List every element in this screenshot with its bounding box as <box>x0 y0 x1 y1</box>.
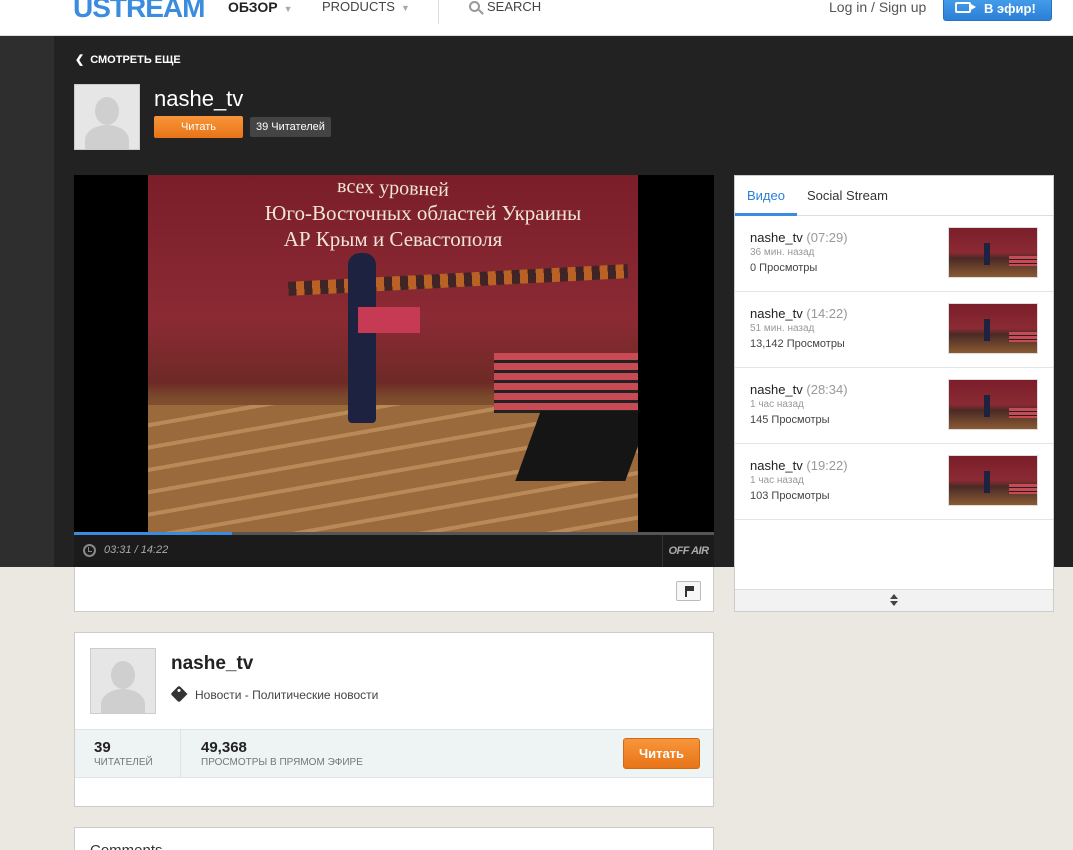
video-age: 1 час назад <box>750 399 804 410</box>
video-list-item[interactable]: nashe_tv (14:22) 51 мин. назад 13,142 Пр… <box>735 292 1053 368</box>
sidebar-expand-bar[interactable] <box>735 589 1053 611</box>
video-channel-name: nashe_tv <box>750 382 803 397</box>
channel-category[interactable]: Новости - Политические новости <box>170 685 379 703</box>
search-button[interactable]: SEARCH <box>469 0 541 14</box>
comments-section: Comments <box>74 827 714 850</box>
video-scene-podium <box>358 307 420 333</box>
video-banner-text: Юго-Восточных областей Украины <box>264 201 582 225</box>
video-scene-ribbon <box>287 264 629 296</box>
stat-followers: 39 ЧИТАТЕЛЕЙ <box>94 739 153 768</box>
search-label: SEARCH <box>487 0 542 14</box>
video-age: 51 мин. назад <box>750 323 815 334</box>
video-views: 0 Просмотры <box>750 262 818 274</box>
see-more-link[interactable]: ❮ СМОТРЕТЬ ЕЩЕ <box>75 54 181 66</box>
channel-avatar[interactable] <box>74 84 140 150</box>
go-live-label: В эфир! <box>984 1 1036 16</box>
video-duration: (19:22) <box>806 458 848 473</box>
video-list-item[interactable]: nashe_tv (28:34) 1 час назад 145 Просмот… <box>735 368 1053 444</box>
nav-divider <box>438 0 439 24</box>
tag-icon <box>170 685 188 703</box>
player-controls: 03:31 / 14:22 OFF AIR <box>74 535 714 567</box>
live-views-count: 49,368 <box>201 739 247 756</box>
video-sidebar: Видео Social Stream nashe_tv (07:29) 36 … <box>734 175 1054 612</box>
video-thumbnail[interactable] <box>948 227 1038 278</box>
video-channel-name: nashe_tv <box>750 306 803 321</box>
chevron-left-icon: ❮ <box>75 54 85 66</box>
video-views: 145 Просмотры <box>750 414 830 426</box>
clock-icon <box>83 544 96 557</box>
video-thumbnail[interactable] <box>948 455 1038 506</box>
followers-label: ЧИТАТЕЛЕЙ <box>94 757 153 768</box>
channel-info-card: nashe_tv Новости - Политические новости … <box>74 632 714 807</box>
tab-social-stream[interactable]: Social Stream <box>795 176 900 216</box>
video-channel-name: nashe_tv <box>750 230 803 245</box>
stat-live-views: 49,368 ПРОСМОТРЫ В ПРЯМОМ ЭФИРЕ <box>201 739 363 768</box>
avatar-placeholder-body <box>101 689 145 713</box>
go-live-button[interactable]: В эфир! <box>943 0 1052 21</box>
off-air-status: OFF AIR <box>662 535 714 567</box>
search-icon <box>469 1 480 12</box>
live-views-label: ПРОСМОТРЫ В ПРЯМОМ ЭФИРЕ <box>201 757 363 768</box>
chevron-down-icon: ▼ <box>283 4 293 14</box>
followers-count-badge: 39 Читателей <box>250 117 331 137</box>
top-navigation: USTREAM ОБЗОР ▼ PRODUCTS ▼ SEARCH Log in /… <box>0 0 1073 36</box>
chevron-down-icon: ▼ <box>400 3 410 13</box>
video-scene-table <box>494 353 638 413</box>
ustream-logo[interactable]: USTREAM <box>73 0 205 24</box>
sidebar-tabs: Видео Social Stream <box>735 176 1053 216</box>
avatar-placeholder-head <box>95 97 119 125</box>
tab-video[interactable]: Видео <box>735 176 797 216</box>
video-frame[interactable]: всех уровней Юго-Восточных областей Укра… <box>148 175 638 533</box>
nav-obzor-label: ОБЗОР <box>228 0 278 15</box>
video-player[interactable]: всех уровней Юго-Восточных областей Укра… <box>74 175 714 567</box>
flag-icon <box>685 586 694 597</box>
video-duration: (14:22) <box>806 306 848 321</box>
video-thumbnail[interactable] <box>948 379 1038 430</box>
video-title: nashe_tv (28:34) <box>750 382 848 397</box>
category-label: Новости - Политические новости <box>195 688 379 702</box>
player-actions-bar <box>74 567 714 612</box>
video-title: nashe_tv (19:22) <box>750 458 848 473</box>
flag-button[interactable] <box>676 581 701 601</box>
video-list-item[interactable]: nashe_tv (19:22) 1 час назад 103 Просмот… <box>735 444 1053 520</box>
follow-button[interactable]: Читать <box>154 116 243 138</box>
video-channel-name: nashe_tv <box>750 458 803 473</box>
video-age: 1 час назад <box>750 475 804 486</box>
video-views: 103 Просмотры <box>750 490 830 502</box>
video-thumbnail[interactable] <box>948 303 1038 354</box>
followers-count: 39 <box>94 739 111 756</box>
stats-divider <box>180 730 181 777</box>
avatar-placeholder-body <box>85 125 129 149</box>
video-title: nashe_tv (07:29) <box>750 230 848 245</box>
login-signup-link[interactable]: Log in / Sign up <box>829 0 926 14</box>
expand-arrows-icon <box>890 594 898 607</box>
info-channel-name[interactable]: nashe_tv <box>171 653 253 675</box>
nav-obzor-menu[interactable]: ОБЗОР ▼ <box>228 0 293 16</box>
video-views: 13,142 Просмотры <box>750 338 845 350</box>
avatar-placeholder-head <box>111 661 135 689</box>
video-title: nashe_tv (14:22) <box>750 306 848 321</box>
video-scene-speaker <box>348 253 376 423</box>
nav-products-menu[interactable]: PRODUCTS ▼ <box>322 0 410 15</box>
see-more-label: СМОТРЕТЬ ЕЩЕ <box>90 54 181 66</box>
video-banner-text: АР Крым и Севастополя <box>283 227 503 251</box>
nav-products-label: PRODUCTS <box>322 0 395 14</box>
follow-button-secondary[interactable]: Читать <box>623 738 700 769</box>
comments-title: Comments <box>90 842 163 850</box>
time-readout: 03:31 / 14:22 <box>104 544 169 556</box>
video-list-item[interactable]: nashe_tv (07:29) 36 мин. назад 0 Просмот… <box>735 216 1053 292</box>
channel-title: nashe_tv <box>154 86 244 111</box>
camera-icon <box>955 2 976 13</box>
video-age: 36 мин. назад <box>750 247 815 258</box>
info-avatar[interactable] <box>90 648 156 714</box>
video-duration: (07:29) <box>806 230 848 245</box>
channel-stats-bar: 39 ЧИТАТЕЛЕЙ 49,368 ПРОСМОТРЫ В ПРЯМОМ Э… <box>75 729 713 778</box>
video-duration: (28:34) <box>806 382 848 397</box>
